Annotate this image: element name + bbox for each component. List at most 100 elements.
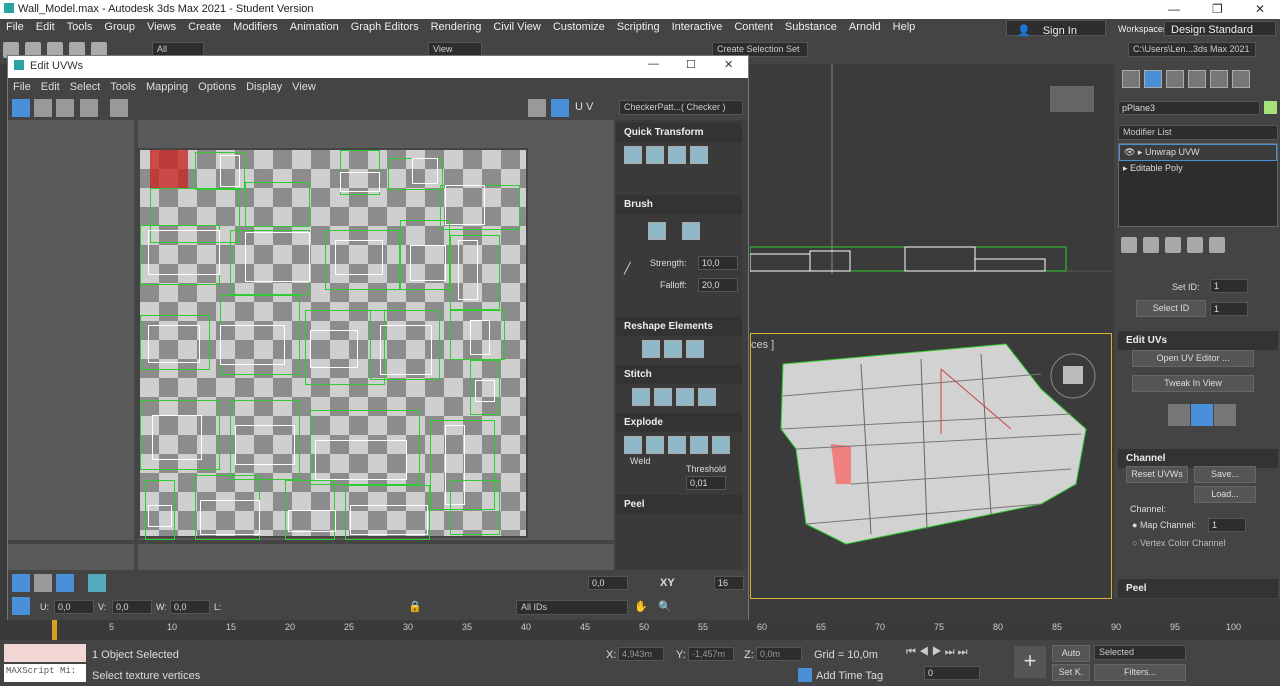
zoom-icon[interactable]: 🔍 (658, 600, 672, 613)
stitch-custom-icon[interactable] (632, 388, 650, 406)
set-id-field[interactable]: 1 (1210, 279, 1248, 293)
mirror-icon[interactable] (110, 99, 128, 117)
y-coordinate-field[interactable]: -1,457m (688, 647, 734, 661)
time-slider[interactable] (52, 620, 57, 640)
falloff-field[interactable]: 20,0 (698, 278, 738, 292)
auto-key-button[interactable]: Auto (1052, 645, 1090, 662)
menu-help[interactable]: Help (887, 19, 922, 35)
menu-civil-view[interactable]: Civil View (487, 19, 546, 35)
modify-tab-icon[interactable] (1144, 70, 1162, 88)
relax-brush-icon[interactable] (682, 222, 700, 240)
uv-maximize-icon[interactable]: ☐ (686, 58, 696, 71)
motion-tab-icon[interactable] (1188, 70, 1206, 88)
menu-graph-editors[interactable]: Graph Editors (345, 19, 425, 35)
rollout-edit-uvs[interactable]: Edit UVs (1118, 331, 1278, 350)
load-uvw-button[interactable]: Load... (1194, 486, 1256, 503)
maxscript-listener-top[interactable] (4, 644, 86, 662)
rollout-explode[interactable]: Explode (616, 413, 742, 432)
sign-in-dropdown[interactable]: 👤 Sign In (1006, 20, 1106, 37)
time-tag-icon[interactable] (798, 668, 812, 682)
align-vertical-icon[interactable] (668, 146, 686, 164)
create-tab-icon[interactable] (1122, 70, 1140, 88)
uv-minimize-icon[interactable]: — (648, 58, 659, 70)
pin-stack-icon[interactable] (1121, 237, 1137, 253)
current-frame-field[interactable]: 0 (924, 666, 980, 680)
minimize-icon[interactable]: — (1168, 2, 1180, 16)
xy-toggle[interactable]: XY (660, 577, 675, 589)
map-channel-radio[interactable]: ● Map Channel: (1132, 520, 1196, 530)
maximize-icon[interactable]: ❐ (1212, 2, 1223, 16)
rollout-stitch[interactable]: Stitch (616, 365, 742, 384)
hierarchy-tab-icon[interactable] (1166, 70, 1184, 88)
relax-icon[interactable] (664, 340, 682, 358)
reset-uvws-button[interactable]: Reset UVWs (1126, 466, 1188, 483)
menu-views[interactable]: Views (141, 19, 182, 35)
rotate-icon[interactable] (34, 99, 52, 117)
uv-menu-tools[interactable]: Tools (105, 78, 141, 96)
strength-field[interactable]: 10,0 (698, 256, 738, 270)
open-uv-editor-button[interactable]: Open UV Editor ... (1132, 350, 1254, 367)
vertex-tweak-icon[interactable] (1214, 404, 1236, 426)
freeform-icon[interactable] (80, 99, 98, 117)
uv-menu-view[interactable]: View (287, 78, 321, 96)
viewport-top[interactable] (749, 64, 1112, 332)
eye-icon[interactable]: 👁 ▸ (1124, 147, 1145, 157)
object-name-field[interactable]: pPlane3 (1118, 101, 1260, 115)
display-tab-icon[interactable] (1210, 70, 1228, 88)
uv-canvas[interactable] (8, 120, 614, 570)
close-icon[interactable]: ✕ (1255, 2, 1265, 16)
menu-edit[interactable]: Edit (30, 19, 61, 35)
stack-item-editable-poly[interactable]: ▸ Editable Poly (1119, 161, 1277, 176)
menu-file[interactable]: File (0, 19, 30, 35)
stitch-average-icon[interactable] (676, 388, 694, 406)
line-tool-icon[interactable]: ╱ (624, 262, 631, 275)
menu-content[interactable]: Content (728, 19, 779, 35)
workspace-dropdown[interactable]: Design Standard (1164, 21, 1276, 36)
rollout-quick-transform[interactable]: Quick Transform (616, 123, 742, 142)
move-icon[interactable] (12, 99, 30, 117)
map-channel-field[interactable]: 1 (1208, 518, 1246, 532)
project-path[interactable]: C:\Users\Len...3ds Max 2021 (1128, 42, 1256, 57)
flatten-icon[interactable] (686, 340, 704, 358)
absolute-mode-icon[interactable] (12, 597, 30, 615)
viewcube[interactable] (1063, 366, 1083, 384)
modifier-list-dropdown[interactable]: Modifier List (1118, 125, 1278, 140)
scale-icon[interactable] (56, 99, 74, 117)
menu-scripting[interactable]: Scripting (611, 19, 666, 35)
uv-menu-edit[interactable]: Edit (36, 78, 65, 96)
menu-arnold[interactable]: Arnold (843, 19, 887, 35)
show-map-icon[interactable] (551, 99, 569, 117)
flatten-by-smoothing-icon[interactable] (690, 436, 708, 454)
rollout-reshape-elements[interactable]: Reshape Elements (616, 317, 742, 336)
uv-menu-display[interactable]: Display (241, 78, 287, 96)
id-filter-dropdown[interactable]: All IDs (516, 600, 628, 615)
viewport-perspective[interactable]: ces ] (750, 333, 1112, 599)
set-key-button[interactable]: Set K. (1052, 664, 1090, 681)
texture-dropdown[interactable]: CheckerPatt...( Checker ) (619, 100, 743, 115)
polygon-mode-icon[interactable] (56, 574, 74, 592)
timeline[interactable]: 5 10 15 20 25 30 35 40 45 50 55 60 65 70… (0, 620, 1280, 640)
uv-menu-select[interactable]: Select (65, 78, 106, 96)
select-mode-icon[interactable] (1191, 404, 1213, 426)
rollout-peel-cmd[interactable]: Peel (1118, 579, 1278, 598)
edge-mode-icon[interactable] (34, 574, 52, 592)
key-filter-dropdown[interactable]: Selected (1094, 645, 1186, 660)
menu-group[interactable]: Group (98, 19, 141, 35)
detach-icon[interactable] (646, 436, 664, 454)
menu-create[interactable]: Create (182, 19, 227, 35)
element-mode-icon[interactable] (88, 574, 106, 592)
align-icon[interactable] (624, 146, 642, 164)
grid-count-field[interactable]: 16 (714, 576, 744, 590)
add-time-tag[interactable]: Add Time Tag (816, 670, 883, 682)
uv-menu-options[interactable]: Options (193, 78, 241, 96)
align-horizontal-icon[interactable] (646, 146, 664, 164)
configure-modifier-sets-icon[interactable] (1209, 237, 1225, 253)
menu-animation[interactable]: Animation (284, 19, 345, 35)
utilities-tab-icon[interactable] (1232, 70, 1250, 88)
flatten-by-material-icon[interactable] (712, 436, 730, 454)
menu-customize[interactable]: Customize (547, 19, 611, 35)
u-field[interactable]: 0,0 (54, 600, 94, 614)
peel-mode-icon[interactable] (1168, 404, 1190, 426)
rotate-cw-icon[interactable] (690, 146, 708, 164)
threshold-field[interactable]: 0,01 (686, 476, 726, 490)
